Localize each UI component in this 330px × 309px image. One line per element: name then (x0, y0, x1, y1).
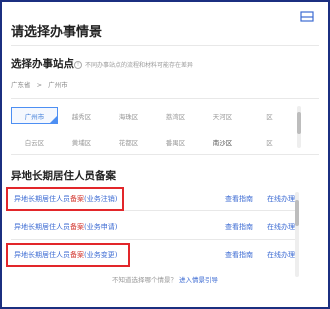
item-name[interactable]: 异地长期居住人员备案(业务申请) (14, 222, 117, 232)
district-panyu[interactable]: 番禺区 (152, 133, 199, 150)
district-yuexiu[interactable]: 越秀区 (58, 107, 105, 124)
district-huangpu[interactable]: 黄埔区 (58, 133, 105, 150)
apply-online-link[interactable]: 在线办理 (267, 250, 295, 260)
district-haizhu[interactable]: 海珠区 (105, 107, 152, 124)
scroll-thumb[interactable] (297, 112, 301, 134)
station-section-title: 选择办事站点 (11, 58, 74, 70)
apply-online-link[interactable]: 在线办理 (267, 222, 295, 232)
divider (11, 98, 319, 99)
breadcrumb: 广东省 > 广州市 (11, 79, 68, 89)
district-partial-1[interactable]: 区 (246, 107, 293, 124)
divider (11, 154, 319, 155)
station-note-text: 不同办事站点的流程和材料可能存在差异 (85, 62, 194, 69)
highlight-box (6, 187, 124, 211)
district-huadu[interactable]: 花都区 (105, 133, 152, 150)
district-baiyun[interactable]: 白云区 (11, 133, 58, 150)
dialog-frame: 请选择办事情景 选择办事站点 ! 不同办事站点的流程和材料可能存在差异 广东省 … (0, 0, 330, 309)
list-scrollbar[interactable] (295, 192, 299, 277)
district-tianhe[interactable]: 天河区 (199, 107, 246, 124)
guide-prompt: 不知道选择哪个情景？ 进入情景引导 (2, 274, 328, 284)
page-title: 请选择办事情景 (11, 25, 103, 40)
view-guide-link[interactable]: 查看指南 (225, 222, 253, 232)
apply-online-link[interactable]: 在线办理 (267, 194, 295, 204)
guide-question: 不知道选择哪个情景？ (111, 276, 177, 284)
item-prefix: 异地长期居住人员 (14, 223, 70, 231)
item-highlight: 备案 (70, 223, 84, 231)
scroll-thumb[interactable] (295, 200, 299, 226)
district-nansha[interactable]: 南沙区 (199, 133, 246, 150)
divider (11, 239, 298, 240)
breadcrumb-city[interactable]: 广州市 (48, 81, 68, 89)
chevron-right-icon: > (36, 81, 43, 89)
divider (11, 45, 319, 46)
guide-link[interactable]: 进入情景引导 (179, 276, 218, 284)
record-section-title: 异地长期居住人员备案 (11, 170, 116, 182)
info-icon: ! (74, 60, 82, 69)
district-scrollbar[interactable] (297, 106, 301, 148)
view-guide-link[interactable]: 查看指南 (225, 250, 253, 260)
district-liwan[interactable]: 荔湾区 (152, 107, 199, 124)
view-guide-link[interactable]: 查看指南 (225, 194, 253, 204)
district-guangzhou[interactable]: 广州市 (11, 107, 58, 124)
breadcrumb-province[interactable]: 广东省 (11, 81, 31, 89)
district-partial-2[interactable]: 区 (246, 133, 293, 150)
list-item[interactable]: 异地长期居住人员备案(业务申请) 查看指南 在线办理 (11, 217, 298, 237)
item-suffix: (业务申请) (84, 223, 118, 231)
station-note: ! 不同办事站点的流程和材料可能存在差异 (74, 60, 193, 69)
box-icon[interactable] (300, 11, 314, 22)
highlight-box (6, 243, 130, 267)
district-grid: 广州市 越秀区 海珠区 荔湾区 天河区 区 白云区 黄埔区 花都区 番禺区 南沙… (11, 107, 293, 150)
